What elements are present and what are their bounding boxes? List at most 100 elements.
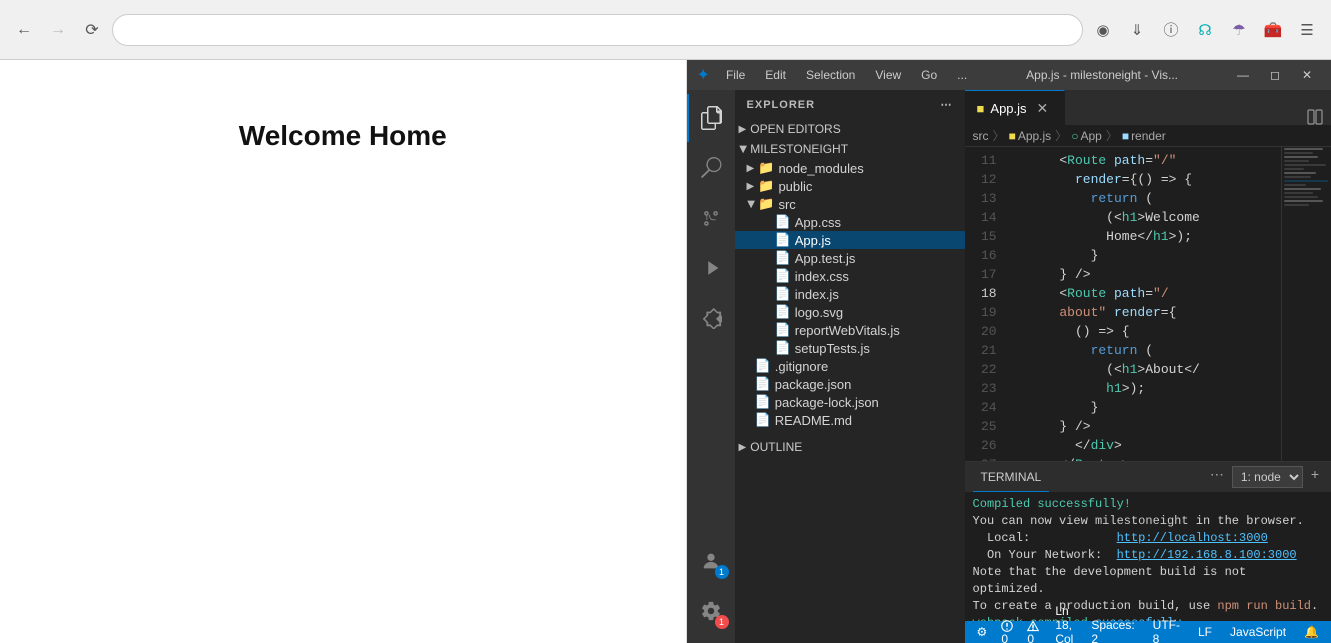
code-line-13: return ( (1013, 189, 1273, 208)
app-js-file-icon: 📄 (775, 232, 791, 248)
tree-item-app-css[interactable]: 📄 App.css (735, 213, 965, 231)
tree-item-setup-tests[interactable]: 📄 setupTests.js (735, 339, 965, 357)
extensions-button[interactable]: 🧰 (1259, 16, 1287, 44)
vscode-logo-icon: ✦ (697, 65, 710, 85)
code-line-23: h1>); (1013, 379, 1273, 398)
address-input[interactable]: localhost:3000/ (125, 22, 1070, 38)
code-line-11: <Route path="/" (1013, 151, 1273, 170)
tree-item-src[interactable]: ▶ 📁 src (735, 195, 965, 213)
tab-split-btn[interactable] (1299, 109, 1331, 125)
menu-go[interactable]: Go (913, 66, 945, 84)
status-language[interactable]: JavaScript (1226, 625, 1290, 639)
minimap-line (1284, 148, 1323, 150)
sidebar-more-icon[interactable]: ⋯ (941, 98, 953, 111)
tree-item-report-web-vitals[interactable]: 📄 reportWebVitals.js (735, 321, 965, 339)
line-num-13: 13 (965, 189, 997, 208)
terminal-node-select[interactable]: 1: node (1232, 466, 1303, 488)
status-errors[interactable]: 0 (997, 618, 1017, 643)
tree-item-package-json[interactable]: 📄 package.json (735, 375, 965, 393)
minimap-line (1284, 196, 1318, 198)
tree-item-app-test[interactable]: 📄 App.test.js (735, 249, 965, 267)
status-encoding[interactable]: UTF-8 (1149, 618, 1184, 643)
menu-more[interactable]: ... (949, 66, 975, 84)
extensions-activity-btn[interactable] (687, 294, 735, 342)
code-line-25: } /> (1013, 417, 1273, 436)
tree-item-app-js[interactable]: 📄 App.js (735, 231, 965, 249)
restore-button[interactable]: ◻ (1261, 65, 1289, 85)
report-web-vitals-label: reportWebVitals.js (795, 323, 900, 338)
tree-item-public[interactable]: ▶ 📁 public (735, 177, 965, 195)
editor-tab-app-js[interactable]: ■ App.js ✕ (965, 90, 1065, 125)
translate-button[interactable]: ☊ (1191, 16, 1219, 44)
back-button[interactable]: ← (10, 16, 38, 44)
breadcrumb-sep-2: 〉 (1055, 127, 1067, 144)
status-line-col[interactable]: Ln 18, Col 27 (1051, 604, 1077, 643)
tab-close-btn[interactable]: ✕ (1037, 100, 1049, 117)
breadcrumb-sep-1: 〉 (993, 127, 1005, 144)
open-editors-section[interactable]: ▶ OPEN EDITORS (735, 119, 965, 139)
status-spaces[interactable]: Spaces: 2 (1087, 618, 1138, 643)
tree-item-gitignore[interactable]: 📄 .gitignore (735, 357, 965, 375)
src-chevron: ▶ (745, 200, 756, 208)
menu-edit[interactable]: Edit (757, 66, 794, 84)
editor-area: ■ App.js ✕ src 〉 ■App.js 〉 (965, 90, 1331, 643)
tree-item-index-css[interactable]: 📄 index.css (735, 267, 965, 285)
tree-item-index-js[interactable]: 📄 index.js (735, 285, 965, 303)
status-notifications-icon[interactable]: 🔔 (1300, 625, 1323, 639)
code-content[interactable]: <Route path="/" render={() => { return (… (1005, 147, 1281, 461)
terminal-add-btn[interactable]: + (1307, 466, 1323, 488)
account-activity-btn[interactable]: 1 (687, 537, 735, 585)
status-git-icon[interactable]: ⚙ (973, 625, 992, 639)
menu-selection[interactable]: Selection (798, 66, 863, 84)
line-num-26: 26 (965, 436, 997, 455)
terminal-line-network: On Your Network: http://192.168.8.100:30… (973, 547, 1323, 564)
menu-button[interactable]: ☰ (1293, 16, 1321, 44)
status-line-ending[interactable]: LF (1194, 625, 1216, 639)
search-activity-btn[interactable] (687, 144, 735, 192)
status-warnings[interactable]: 0 (1023, 618, 1043, 643)
app-test-label: App.test.js (795, 251, 856, 266)
terminal-body[interactable]: Compiled successfully! You can now view … (965, 492, 1331, 621)
setup-tests-label: setupTests.js (795, 341, 870, 356)
source-control-activity-btn[interactable] (687, 194, 735, 242)
code-line-15: Home</h1>); (1013, 227, 1273, 246)
tree-item-node-modules[interactable]: ▶ 📁 node_modules (735, 159, 965, 177)
explorer-activity-btn[interactable] (687, 94, 735, 142)
project-section[interactable]: ▶ MILESTONEIGHT (735, 139, 965, 159)
shield-button[interactable]: ☂ (1225, 16, 1253, 44)
tree-item-package-lock[interactable]: 📄 package-lock.json (735, 393, 965, 411)
breadcrumb-appjs[interactable]: ■App.js (1009, 129, 1052, 143)
tab-label: App.js (990, 101, 1026, 116)
run-activity-btn[interactable] (687, 244, 735, 292)
forward-button[interactable]: → (44, 16, 72, 44)
close-button[interactable]: ✕ (1293, 65, 1321, 85)
settings-activity-btn[interactable]: 1 (687, 587, 735, 635)
minimap (1281, 147, 1331, 461)
info-button[interactable]: ⓘ (1157, 16, 1185, 44)
welcome-heading: Welcome Home (239, 120, 447, 152)
menu-view[interactable]: View (867, 66, 909, 84)
code-editor[interactable]: 11 12 13 14 15 16 17 18 19 20 21 22 23 2… (965, 147, 1331, 461)
tree-item-readme[interactable]: 📄 README.md (735, 411, 965, 429)
breadcrumb-app[interactable]: ○App (1071, 129, 1102, 143)
menu-file[interactable]: File (718, 66, 753, 84)
line-numbers: 11 12 13 14 15 16 17 18 19 20 21 22 23 2… (965, 147, 1005, 461)
index-css-file-icon: 📄 (775, 268, 791, 284)
minimize-button[interactable]: — (1229, 65, 1257, 85)
outline-section-header[interactable]: ▶ OUTLINE (735, 437, 965, 457)
logo-svg-label: logo.svg (795, 305, 843, 320)
download-button[interactable]: ⇓ (1123, 16, 1151, 44)
breadcrumb-render[interactable]: ■render (1122, 129, 1166, 143)
tree-item-logo-svg[interactable]: 📄 logo.svg (735, 303, 965, 321)
reload-button[interactable]: ⟳ (78, 16, 106, 44)
tab-file-icon: ■ (977, 101, 985, 116)
minimap-line (1284, 172, 1316, 174)
code-line-27: </div> (1013, 436, 1273, 455)
pocket-button[interactable]: ◉ (1089, 16, 1117, 44)
public-chevron: ▶ (747, 181, 755, 192)
sidebar: EXPLORER ⋯ ▶ OPEN EDITORS ▶ MILESTONEIGH… (735, 90, 965, 643)
vscode-titlebar: ✦ File Edit Selection View Go ... App.js… (687, 60, 1331, 90)
terminal-tab-btn[interactable]: TERMINAL (973, 462, 1050, 492)
breadcrumb-src[interactable]: src (973, 129, 989, 143)
terminal-more-btn[interactable]: ⋯ (1206, 466, 1228, 488)
